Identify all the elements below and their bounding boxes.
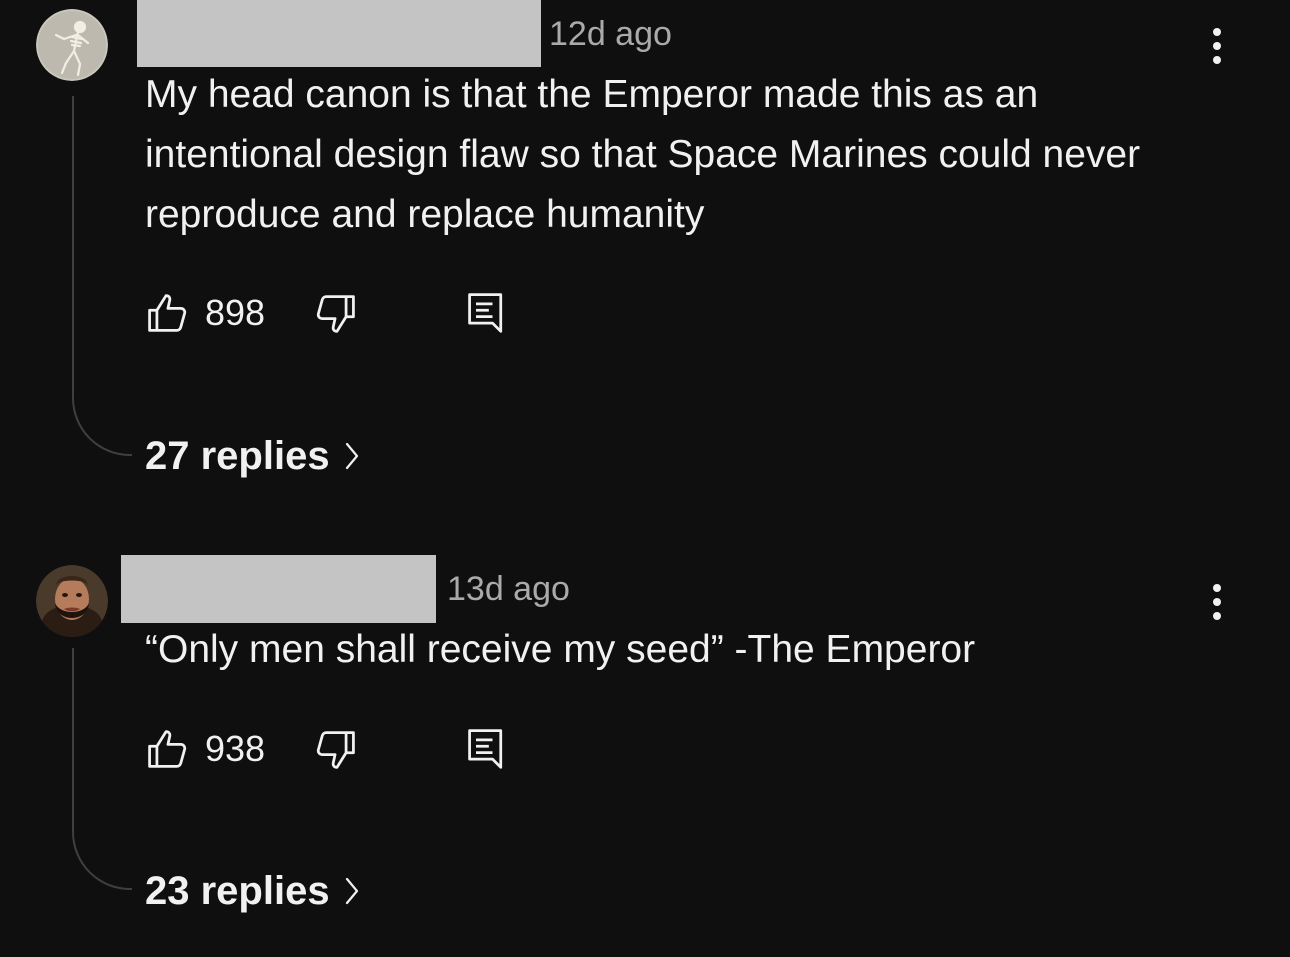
skeleton-avatar-icon: [36, 9, 108, 81]
like-count: 898: [205, 292, 266, 333]
more-options-button[interactable]: [1202, 26, 1232, 70]
more-options-button[interactable]: [1202, 582, 1232, 626]
avatar[interactable]: [36, 565, 108, 637]
thumbs-down-icon: [316, 295, 355, 333]
comment-text: My head canon is that the Emperor made t…: [145, 73, 1141, 236]
dislike-button[interactable]: [314, 292, 358, 336]
more-vertical-icon: [1213, 584, 1221, 620]
avatar[interactable]: [36, 9, 108, 81]
bearded-man-avatar-icon: [36, 565, 108, 637]
replies-label: 27 replies: [145, 434, 330, 478]
dislike-button[interactable]: [314, 728, 358, 772]
like-button[interactable]: [145, 727, 189, 771]
author-name-redacted[interactable]: [121, 555, 436, 623]
thumbs-down-icon: [316, 731, 355, 769]
chevron-right-icon: [344, 436, 360, 481]
replies-label: 23 replies: [145, 869, 330, 913]
like-count: 938: [205, 728, 266, 769]
reply-button[interactable]: [465, 727, 509, 771]
view-replies-button[interactable]: 23 replies: [145, 869, 360, 916]
reply-comment-icon: [468, 729, 503, 769]
thread-line: [72, 96, 132, 456]
comment-text: “Only men shall receive my seed” -The Em…: [145, 628, 976, 671]
view-replies-button[interactable]: 27 replies: [145, 434, 360, 481]
thread-line: [72, 648, 132, 890]
author-name-redacted[interactable]: [137, 0, 541, 67]
reply-comment-icon: [468, 293, 503, 333]
reply-button[interactable]: [465, 291, 509, 335]
comment: 12d ago My head canon is that the Empero…: [0, 0, 1290, 520]
thumbs-up-icon: [148, 294, 187, 332]
timestamp: 13d ago: [447, 570, 570, 608]
thumbs-up-icon: [148, 730, 187, 768]
like-button[interactable]: [145, 291, 189, 335]
chevron-right-icon: [344, 871, 360, 916]
more-vertical-icon: [1213, 28, 1221, 64]
timestamp: 12d ago: [549, 15, 672, 53]
comment: 13d ago “Only men shall receive my seed”…: [0, 555, 1290, 955]
